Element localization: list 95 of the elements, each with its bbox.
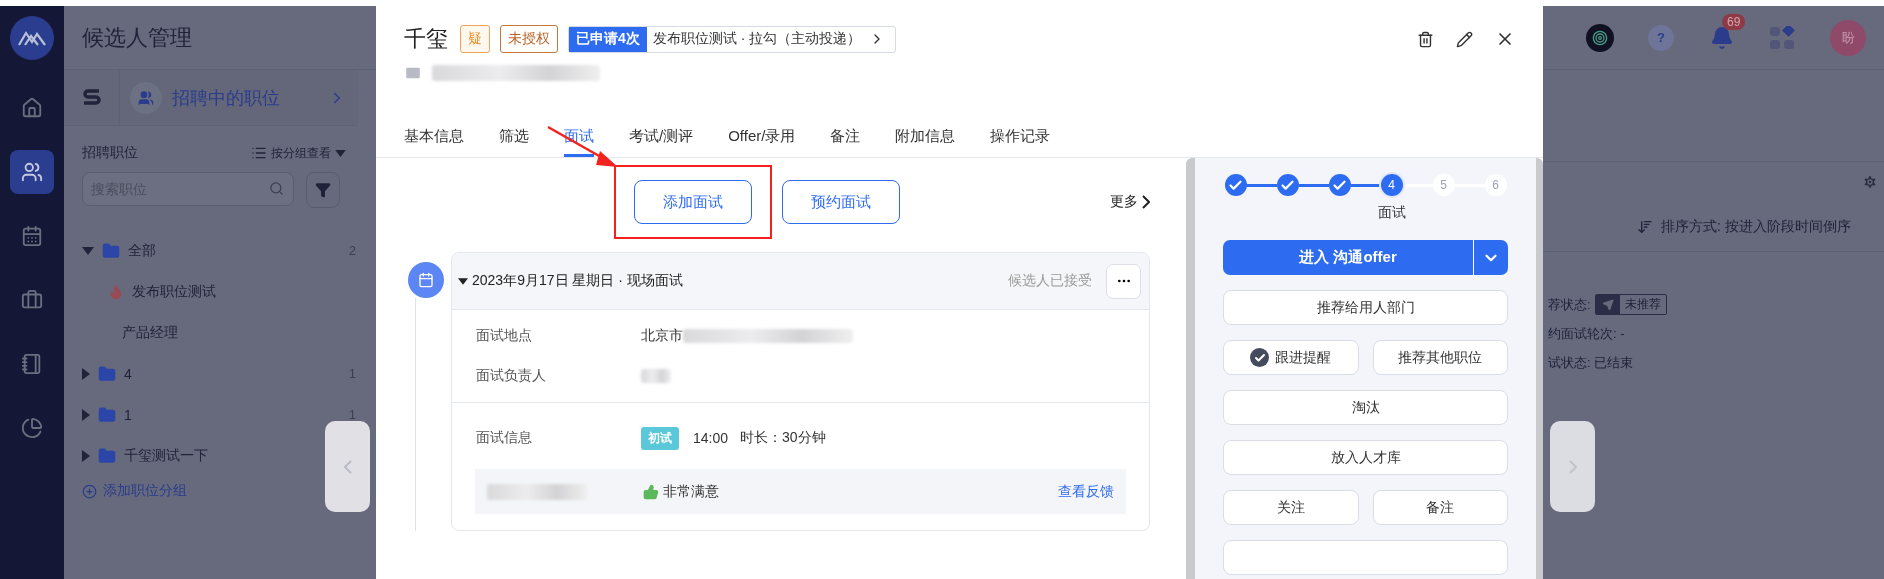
tab[interactable]: 考试/测评 [629, 127, 694, 157]
home-icon [21, 97, 43, 119]
notification-badge: 69 [1722, 13, 1746, 30]
candidate-name: 千玺 [404, 25, 448, 53]
search-icon [269, 181, 284, 196]
section-title: 招聘职位 [82, 144, 138, 162]
applied-badge: 已申请4次 [569, 26, 647, 52]
filter-icon [315, 182, 331, 198]
action-button[interactable]: 备注 [1372, 490, 1508, 525]
sort-label[interactable]: 排序方式: 按进入阶段时间倒序 [1661, 217, 1851, 236]
tab[interactable]: 备注 [830, 127, 861, 157]
status-text: 约面试轮次: - [1548, 324, 1625, 343]
logo-icon [18, 29, 46, 47]
action-button[interactable]: 跟进提醒 [1223, 340, 1359, 375]
job-label[interactable]: 发布职位测试 [132, 282, 216, 301]
bell-icon[interactable] [1710, 25, 1734, 50]
step-marker: 6 [1484, 174, 1507, 196]
folder-icon [98, 446, 116, 465]
caret-down-icon [335, 149, 346, 157]
interview-time: 14:00 [693, 430, 729, 446]
caret-right-icon[interactable] [82, 408, 90, 421]
people-icon [21, 161, 43, 183]
status-text: 试状态: 已结束 [1548, 353, 1634, 372]
sort-icon [1637, 218, 1653, 235]
tab[interactable]: Offer/录用 [728, 127, 796, 157]
tab[interactable]: 基本信息 [404, 127, 464, 157]
check-icon [1250, 348, 1270, 367]
delete-icon[interactable] [1417, 30, 1434, 48]
field-label: 面试地点 [476, 327, 533, 345]
job-label[interactable]: 产品经理 [122, 323, 178, 342]
view-toggle[interactable]: 按分组查看 [251, 144, 346, 162]
group-label[interactable]: 千玺测试一下 [124, 446, 208, 465]
recommend-badge: 未推荐 [1594, 294, 1667, 315]
round-tag: 初试 [641, 426, 679, 450]
candidate-tag: 疑 [460, 25, 490, 53]
folder-icon [98, 364, 116, 383]
chevron-left-icon [343, 459, 352, 474]
job-filter-label: 招聘中的职位 [172, 86, 280, 110]
folder-icon [98, 405, 116, 424]
next-button[interactable] [1550, 421, 1595, 512]
people-icon [138, 89, 154, 106]
target-icon[interactable] [1586, 23, 1614, 52]
previous-button[interactable] [325, 421, 370, 512]
field-label: 面试负责人 [476, 367, 547, 385]
step-marker: 4 [1380, 174, 1403, 196]
field-label: 面试信息 [476, 429, 533, 447]
group-label[interactable]: 4 [124, 365, 132, 382]
nav-item[interactable] [10, 150, 54, 194]
step-label: 面试 [1377, 204, 1406, 222]
briefcase-icon [21, 289, 43, 311]
folder-icon [102, 241, 120, 260]
action-button[interactable]: 放入人才库 [1223, 440, 1508, 475]
edit-icon[interactable] [1456, 30, 1473, 48]
more-link[interactable]: 更多 [1110, 193, 1150, 211]
list-icon [251, 145, 267, 161]
candidate-tag: 未授权 [500, 25, 558, 53]
calendar-icon [21, 225, 43, 247]
group-label[interactable]: 1 [124, 406, 132, 423]
user-avatar[interactable]: 盼 [1830, 19, 1866, 56]
group-label[interactable]: 全部 [128, 241, 156, 260]
caret-right-icon[interactable] [82, 367, 90, 380]
application-selector[interactable]: 已申请4次 发布职位测试 · 拉勾（主动投递） [568, 25, 897, 53]
chevron-right-icon [1568, 459, 1577, 474]
pie-chart-icon [21, 417, 43, 439]
tab[interactable]: 筛选 [499, 127, 529, 157]
notebook-icon [21, 353, 43, 375]
view-feedback-link[interactable]: 查看反馈 [1058, 482, 1114, 501]
dropdown-button[interactable] [1473, 240, 1508, 275]
redacted-text [641, 369, 671, 383]
interview-duration: 时长：30分钟 [740, 429, 826, 447]
interview-status: 候选人已接受 [1008, 272, 1092, 290]
action-button[interactable]: 推荐其他职位 [1372, 340, 1508, 375]
caret-right-icon[interactable] [82, 449, 90, 462]
action-button[interactable]: 推荐给用人部门 [1223, 290, 1508, 325]
rating-text: 非常满意 [663, 482, 719, 501]
action-button[interactable]: 淘汰 [1223, 390, 1508, 425]
calendar-icon [417, 272, 434, 288]
add-icon [82, 483, 97, 499]
interview-action-button[interactable]: 添加面试 [634, 180, 752, 224]
step-marker: 5 [1432, 174, 1455, 196]
filter-button[interactable] [306, 172, 340, 208]
interview-title: 2023年9月17日 星期日 · 现场面试 [472, 272, 683, 290]
status-text: 荐状态: [1548, 295, 1591, 314]
application-label: 发布职位测试 · 拉勾（主动投递） [651, 30, 863, 48]
interview-action-button[interactable]: 预约面试 [782, 180, 900, 224]
tab[interactable]: 操作记录 [990, 127, 1051, 157]
field-value: 北京市 [641, 327, 683, 345]
thumbs-up-icon [643, 483, 659, 500]
caret-down-icon[interactable] [458, 277, 468, 285]
apps-icon[interactable] [1770, 25, 1796, 50]
tab[interactable]: 附加信息 [895, 127, 956, 157]
advance-button[interactable]: 进入 沟通offer [1223, 240, 1473, 275]
chevron-right-icon [1142, 195, 1150, 209]
action-button[interactable]: 关注 [1223, 490, 1359, 525]
settings-icon[interactable] [1862, 174, 1878, 190]
